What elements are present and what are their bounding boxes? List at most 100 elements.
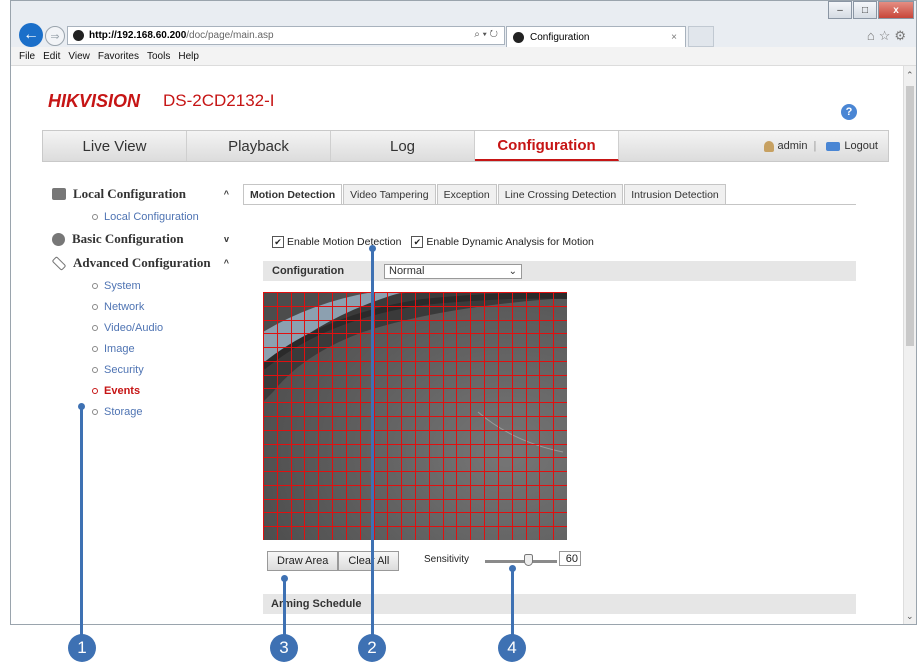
- browser-window: – □ x ← ⇒ http://192.168.60.200/doc/page…: [10, 0, 917, 625]
- menu-item-security[interactable]: Security: [52, 359, 237, 380]
- nav-configuration[interactable]: Configuration: [475, 131, 619, 161]
- group-label: Basic Configuration: [72, 231, 184, 246]
- tab-line-crossing-detection[interactable]: Line Crossing Detection: [497, 184, 624, 205]
- globe-icon: [52, 232, 65, 246]
- menu-item-label: Image: [104, 342, 135, 355]
- tab-motion-detection[interactable]: Motion Detection: [243, 184, 343, 205]
- logout-icon[interactable]: [826, 141, 841, 151]
- callout-2-line: [371, 249, 374, 635]
- menu-item-label: Storage: [104, 405, 143, 418]
- menu-bar: File Edit View Favorites Tools Help: [11, 47, 916, 66]
- bullet-icon: [92, 303, 98, 310]
- minimize-button[interactable]: –: [828, 1, 852, 19]
- draw-area-button[interactable]: Draw Area: [267, 551, 339, 571]
- address-bar[interactable]: http://192.168.60.200/doc/page/main.asp …: [67, 26, 505, 45]
- menu-item-image[interactable]: Image: [52, 338, 237, 359]
- menu-item-local-configuration[interactable]: Local Configuration: [52, 206, 237, 227]
- group-label: Local Configuration: [73, 186, 187, 201]
- camera-model: DS-2CD2132-I: [163, 91, 275, 110]
- vertical-scrollbar[interactable]: ⌃ ⌄: [903, 66, 916, 624]
- toolbar-icons: ⌂☆⚙: [867, 28, 910, 44]
- brand-logo: HIKVISION: [48, 91, 141, 111]
- menu-help[interactable]: Help: [178, 51, 199, 62]
- callout-4-line: [511, 569, 514, 635]
- clear-all-button[interactable]: Clear All: [338, 551, 400, 571]
- help-icon[interactable]: ?: [841, 104, 857, 120]
- menu-item-label: Events: [104, 384, 141, 397]
- back-button[interactable]: ←: [19, 23, 43, 47]
- draw-controls: Draw Area Clear All: [267, 551, 400, 571]
- chevron-down-icon: ⌄: [508, 265, 517, 277]
- bullet-icon: [92, 366, 98, 373]
- browser-tab[interactable]: Configuration ×: [506, 26, 686, 47]
- bullet-icon: [92, 387, 98, 394]
- menu-item-events[interactable]: Events: [52, 380, 237, 401]
- new-tab-button[interactable]: [688, 26, 714, 47]
- tab-close-icon[interactable]: ×: [671, 32, 677, 43]
- tab-video-tampering[interactable]: Video Tampering: [343, 184, 436, 205]
- address-host: http://192.168.60.200: [89, 30, 187, 41]
- close-button[interactable]: x: [878, 1, 914, 19]
- logout-link[interactable]: Logout: [844, 140, 878, 152]
- nav-separator: |: [813, 140, 817, 152]
- nav-playback[interactable]: Playback: [187, 131, 331, 161]
- enable-motion-checkbox[interactable]: ✔: [272, 236, 284, 248]
- configuration-select[interactable]: Normal ⌄: [384, 263, 522, 279]
- menu-group-local-configuration[interactable]: Local Configuration ^: [52, 182, 237, 206]
- video-preview[interactable]: [263, 292, 567, 540]
- title-bar: – □ x ← ⇒ http://192.168.60.200/doc/page…: [11, 1, 916, 47]
- sensitivity-slider-handle[interactable]: [523, 554, 533, 566]
- group-label: Advanced Configuration: [73, 255, 211, 270]
- menu-item-label: System: [104, 279, 141, 292]
- tab-favicon: [513, 31, 524, 43]
- motion-area-canvas[interactable]: [263, 292, 567, 540]
- forward-button[interactable]: ⇒: [45, 26, 65, 46]
- scroll-up-icon[interactable]: ⌃: [906, 70, 914, 81]
- scrollbar-thumb[interactable]: [906, 86, 914, 346]
- web-page: HIKVISION DS-2CD2132-I ? Live View Playb…: [11, 66, 906, 624]
- menu-tools[interactable]: Tools: [147, 51, 170, 62]
- menu-item-label: Video/Audio: [104, 321, 164, 334]
- window-controls: – □ x: [827, 1, 914, 19]
- maximize-button[interactable]: □: [853, 1, 877, 19]
- tab-exception[interactable]: Exception: [436, 184, 497, 205]
- callout-3-badge: 3: [270, 634, 298, 662]
- tab-title: Configuration: [530, 31, 590, 43]
- menu-group-advanced-configuration[interactable]: Advanced Configuration ^: [51, 251, 237, 275]
- sensitivity-slider-track[interactable]: [485, 560, 557, 563]
- menu-view[interactable]: View: [68, 51, 90, 62]
- enable-dynamic-checkbox[interactable]: ✔: [411, 236, 424, 248]
- tab-intrusion-detection[interactable]: Intrusion Detection: [624, 184, 726, 205]
- chevron-down-icon: v: [223, 234, 229, 244]
- configuration-row: Configuration Normal ⌄: [263, 261, 856, 281]
- nav-live-view[interactable]: Live View: [43, 131, 187, 161]
- user-icon: [763, 140, 774, 152]
- callout-1-badge: 1: [68, 634, 96, 662]
- chevron-up-icon: ^: [223, 189, 229, 199]
- bullet-icon: [92, 345, 98, 352]
- event-tabs: Motion Detection Video Tampering Excepti…: [243, 184, 727, 205]
- menu-edit[interactable]: Edit: [43, 51, 60, 62]
- menu-group-basic-configuration[interactable]: Basic Configuration v: [52, 227, 237, 251]
- menu-file[interactable]: File: [19, 51, 35, 62]
- sensitivity-value[interactable]: 60: [559, 551, 581, 566]
- menu-item-network[interactable]: Network: [52, 296, 237, 317]
- menu-item-system[interactable]: System: [52, 275, 237, 296]
- nav-log[interactable]: Log: [331, 131, 475, 161]
- star-icon[interactable]: ☆: [879, 28, 895, 43]
- menu-favorites[interactable]: Favorites: [98, 51, 139, 62]
- menu-item-video-audio[interactable]: Video/Audio: [52, 317, 237, 338]
- site-favicon: [73, 30, 84, 41]
- gear-icon[interactable]: ⚙: [894, 28, 910, 43]
- enable-motion-label: Enable Motion Detection: [287, 236, 402, 248]
- menu-item-label: Network: [104, 300, 145, 313]
- bullet-icon: [92, 324, 98, 331]
- username: admin: [777, 140, 808, 152]
- address-path: /doc/page/main.asp: [186, 30, 274, 41]
- scroll-down-icon[interactable]: ⌄: [906, 611, 914, 622]
- back-arrow-icon: ←: [23, 26, 39, 43]
- bullet-icon: [92, 408, 98, 415]
- callout-3-line: [283, 579, 286, 635]
- home-icon[interactable]: ⌂: [867, 28, 879, 43]
- address-search-refresh[interactable]: ⌕ ▾ ↻: [474, 29, 498, 40]
